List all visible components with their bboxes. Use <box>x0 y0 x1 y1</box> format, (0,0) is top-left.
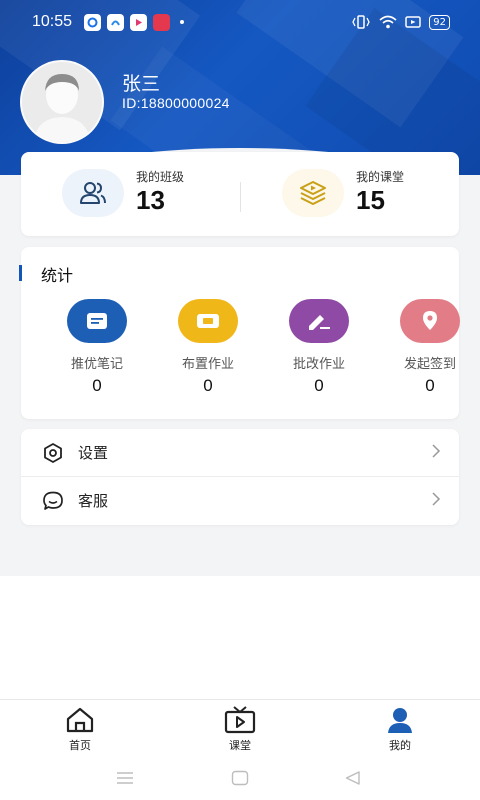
app-notification-icon <box>153 13 171 31</box>
lessons-label: 我的课堂 <box>356 170 405 184</box>
screen-record-icon <box>405 16 422 28</box>
section-accent-bar <box>19 265 22 281</box>
note-icon <box>87 313 107 329</box>
tab-label: 我的 <box>389 739 411 752</box>
menu-card: 设置 客服 <box>21 429 459 525</box>
person-icon <box>360 706 440 734</box>
tv-play-icon <box>200 706 280 734</box>
classes-icon-wrap <box>62 169 124 217</box>
stat-start-checkin[interactable]: 发起签到 0 <box>385 299 475 396</box>
stat-label: 批改作业 <box>292 357 345 372</box>
tab-label: 课堂 <box>229 739 251 752</box>
more-notifications-icon <box>180 20 185 24</box>
stat-value: 0 <box>203 376 213 395</box>
lessons-icon-wrap <box>282 169 344 217</box>
status-time: 10:55 <box>32 13 73 30</box>
notification-icons <box>84 13 185 31</box>
profile-screen: 10:55 92 张三 ID:18800000024 我的班级 13 我的课堂 … <box>0 0 480 800</box>
home-icon <box>40 706 120 734</box>
pencil-edit-icon <box>309 315 330 330</box>
tab-label: 首页 <box>69 739 91 752</box>
assignment-icon <box>197 314 219 328</box>
classes-count: 13 <box>136 185 165 215</box>
app-notification-icon <box>84 13 102 31</box>
menu-label: 设置 <box>78 444 109 462</box>
menu-label: 客服 <box>78 492 109 510</box>
avatar[interactable] <box>20 60 104 144</box>
tab-mine[interactable]: 我的 <box>360 706 440 753</box>
back-triangle-icon[interactable] <box>344 770 362 786</box>
menu-item-service[interactable]: 客服 <box>21 477 459 524</box>
tab-lessons[interactable]: 课堂 <box>200 706 280 753</box>
user-name: 张三 <box>122 73 161 95</box>
settings-hexagon-icon <box>42 442 64 464</box>
user-id: ID:18800000024 <box>122 95 230 111</box>
status-bar: 10:55 92 <box>0 0 480 44</box>
stat-icon-wrap <box>400 299 460 343</box>
stat-value: 0 <box>314 376 324 395</box>
stats-title: 统计 <box>41 266 74 285</box>
stats-card: 统计 推优笔记 0 布置作业 0 批改作业 0 发起签到 0 <box>19 247 460 419</box>
stat-icon-wrap <box>67 299 127 343</box>
stat-recommended-notes[interactable]: 推优笔记 0 <box>52 299 142 396</box>
stat-label: 布置作业 <box>181 357 234 372</box>
classes-label: 我的班级 <box>136 170 185 184</box>
summary-divider <box>240 182 241 212</box>
vibrate-icon <box>352 15 370 29</box>
summary-card: 我的班级 13 我的课堂 15 <box>21 152 459 236</box>
home-square-icon[interactable] <box>231 770 249 786</box>
app-notification-icon <box>107 13 125 31</box>
stat-value: 0 <box>92 376 102 395</box>
chevron-right-icon <box>431 491 441 511</box>
chevron-right-icon <box>431 443 441 463</box>
content-bottom-area <box>0 576 480 700</box>
tab-home[interactable]: 首页 <box>40 706 120 753</box>
stat-label: 推优笔记 <box>70 357 123 372</box>
stat-value: 0 <box>425 376 435 395</box>
lessons-count: 15 <box>356 185 385 215</box>
system-navigation-bar <box>0 761 480 800</box>
app-notification-icon <box>130 13 148 31</box>
my-classes[interactable]: 我的班级 13 <box>62 169 184 217</box>
stat-icon-wrap <box>178 299 238 343</box>
system-status-icons: 92 <box>351 14 450 30</box>
stat-icon-wrap <box>289 299 349 343</box>
lesson-stack-icon <box>300 181 326 205</box>
location-pin-icon <box>423 311 437 330</box>
stat-grade-homework[interactable]: 批改作业 0 <box>274 299 364 396</box>
battery-indicator: 92 <box>429 14 450 30</box>
menu-lines-icon[interactable] <box>116 771 134 785</box>
my-lessons[interactable]: 我的课堂 15 <box>282 169 404 217</box>
bottom-tab-bar: 首页 课堂 我的 <box>0 699 480 762</box>
stat-label: 发起签到 <box>403 357 456 372</box>
default-avatar-icon <box>22 62 102 142</box>
stat-assign-homework[interactable]: 布置作业 0 <box>163 299 253 396</box>
chat-bubble-icon <box>42 490 64 512</box>
group-users-icon <box>80 182 106 204</box>
menu-item-settings[interactable]: 设置 <box>21 429 459 476</box>
wifi-icon <box>379 15 397 29</box>
